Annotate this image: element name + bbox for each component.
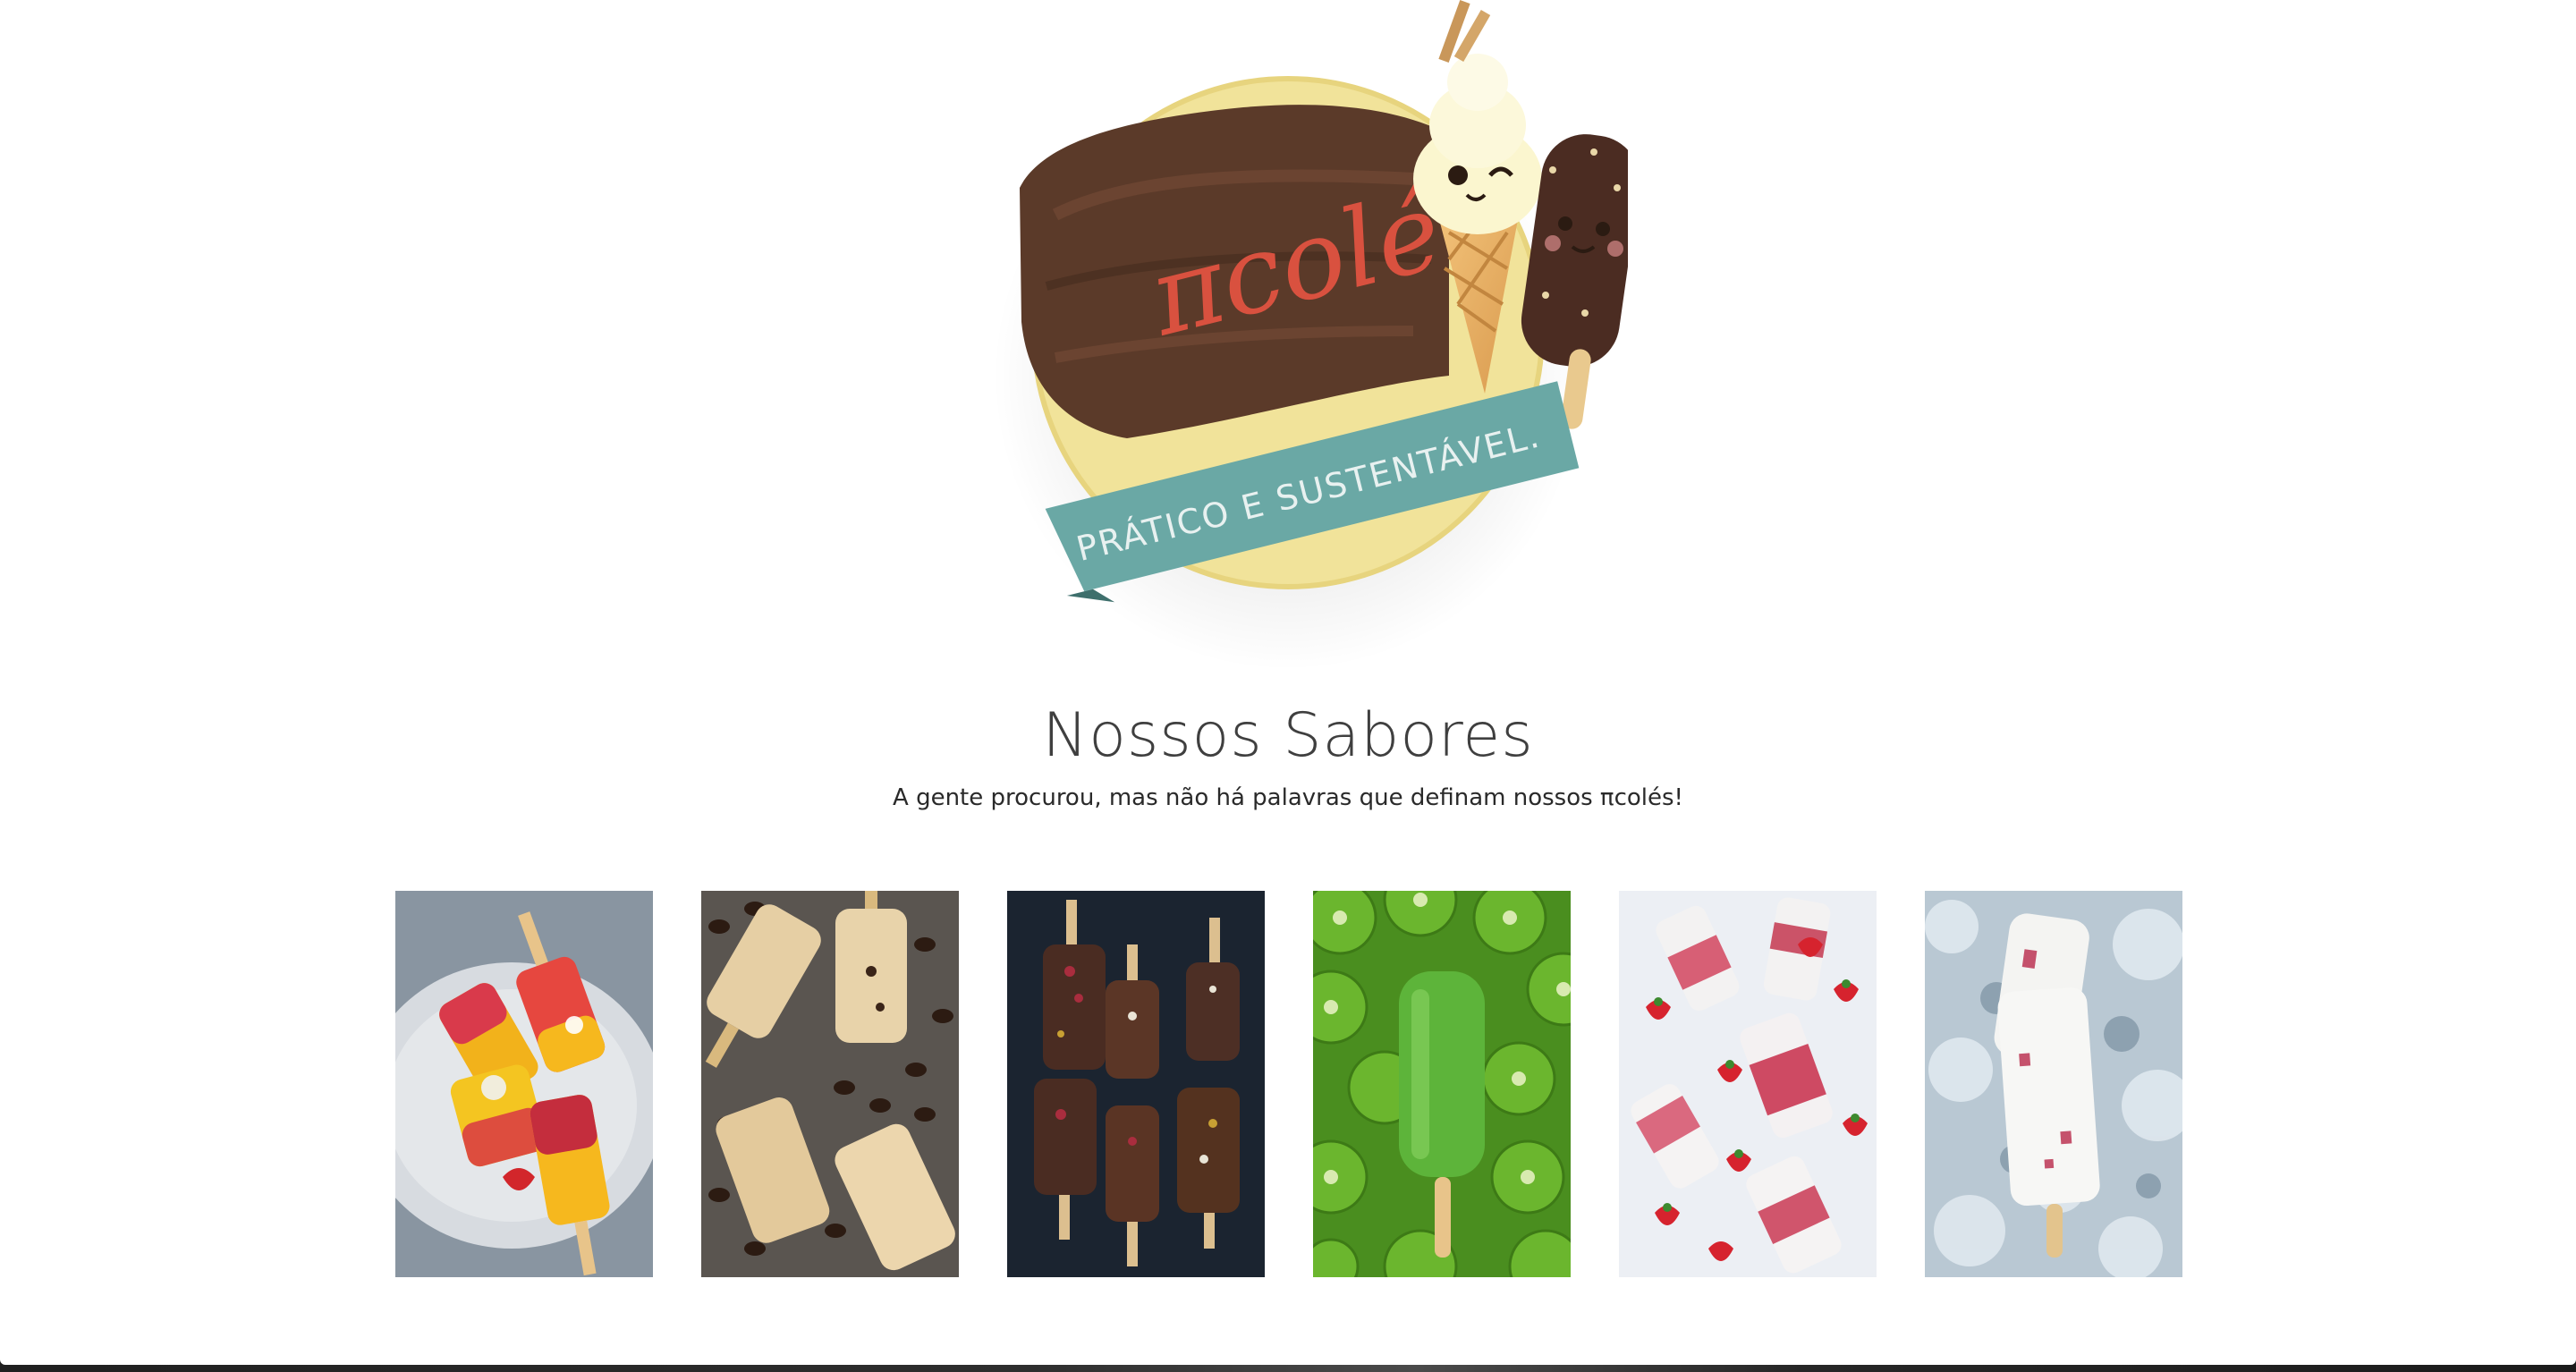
page: πcolé PRÁTICO E SUSTENTÁVEL. Nossos Sabo… (0, 0, 2576, 1372)
flavors-gallery (395, 891, 2184, 1277)
chocolate-popsicles-photo[interactable] (1007, 891, 1265, 1277)
section-subtitle: A gente procurou, mas não há palavras qu… (893, 784, 1683, 811)
fruit-popsicles-on-plate-photo[interactable] (395, 891, 653, 1277)
picole-logo: πcolé PRÁTICO E SUSTENTÁVEL. (993, 0, 1628, 671)
strawberry-popsicles-photo[interactable] (1619, 891, 1877, 1277)
coffee-popsicles-photo[interactable] (701, 891, 959, 1277)
next-section-edge (0, 1359, 2576, 1372)
ice-cream-popsicle-on-ice-photo[interactable] (1925, 891, 2182, 1277)
kiwi-popsicle-photo[interactable] (1313, 891, 1571, 1277)
section-title: Nossos Sabores (1042, 700, 1534, 771)
